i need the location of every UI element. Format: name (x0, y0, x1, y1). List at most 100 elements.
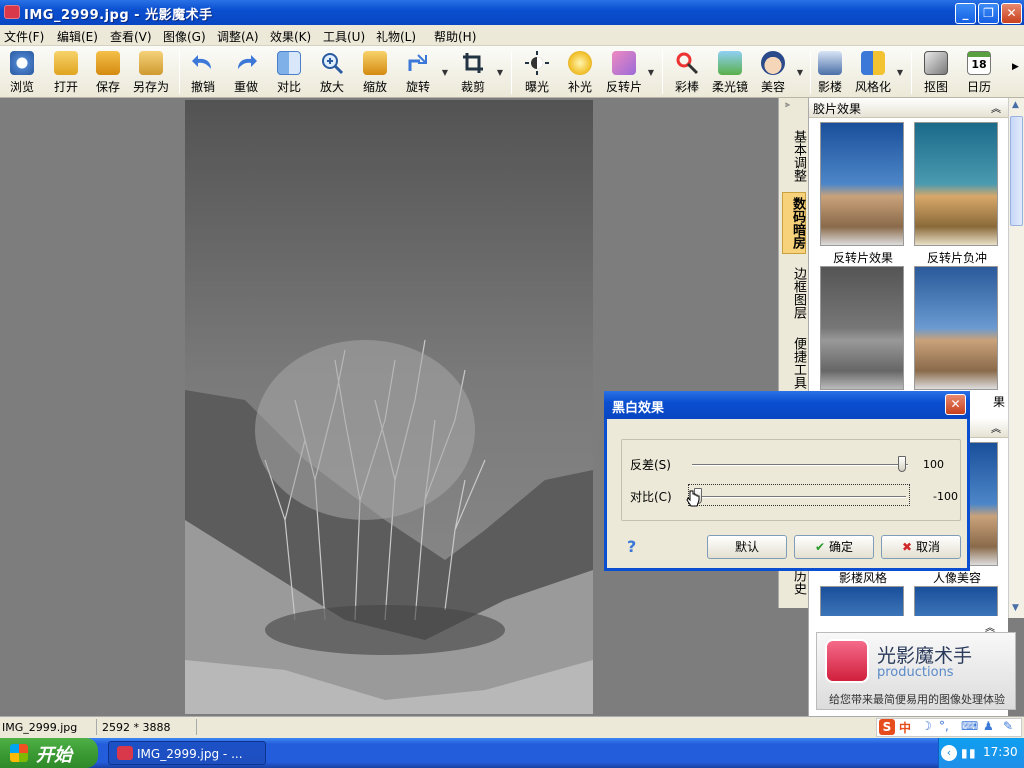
thumb-effect-4[interactable]: 果 (914, 266, 1005, 409)
collapse-panel-icon[interactable]: ⫸ (785, 100, 790, 110)
brand-logo-icon (825, 639, 869, 683)
chevron-down-icon[interactable]: ▼ (648, 68, 654, 77)
toolbar-overflow-icon[interactable]: ▶ (1012, 62, 1019, 72)
minimize-button[interactable]: _ (955, 3, 976, 24)
folder-open-icon (54, 51, 78, 75)
tone-value: -100 (933, 490, 958, 503)
chevron-down-icon[interactable]: ▼ (797, 68, 803, 77)
app-icon (117, 746, 133, 760)
contrast-slider-track[interactable] (692, 464, 908, 466)
thumb-partial[interactable] (914, 586, 998, 616)
redo-icon (238, 55, 257, 69)
menu-adjust[interactable]: 调整(A) (217, 28, 259, 45)
browse-icon (10, 51, 34, 75)
chevron-up-icon[interactable]: ︽ (991, 100, 1001, 115)
rotate-icon (408, 54, 427, 71)
wrench-icon[interactable]: ✎ (1003, 719, 1013, 733)
menu-effects[interactable]: 效果(K) (270, 28, 311, 45)
tab-digital-darkroom[interactable]: 数码暗房 (782, 192, 806, 254)
compare-icon (277, 51, 301, 75)
calendar-icon: 18 (967, 51, 991, 75)
user-icon[interactable]: ♟ (983, 719, 994, 733)
scroll-up-icon[interactable]: ▲ (1012, 100, 1019, 110)
cancel-button[interactable]: ✖ 取消 (881, 535, 961, 559)
keyboard-icon[interactable]: ⌨ (961, 719, 978, 733)
reversal-film-icon (612, 51, 636, 75)
chevron-up-icon[interactable]: ︽ (991, 420, 1001, 435)
ime-mode[interactable]: 中 (899, 719, 911, 736)
clock[interactable]: 17:30 (983, 745, 1018, 759)
save-as-button[interactable]: 另存为 (129, 48, 173, 96)
resize-icon (363, 51, 387, 75)
ime-toolbar[interactable]: S 中 ☽ °, ⌨ ♟ ✎ (876, 718, 1022, 737)
save-icon (96, 51, 120, 75)
start-button[interactable]: 开始 (0, 738, 98, 768)
beauty-icon (761, 51, 785, 75)
ok-button[interactable]: ✔ 确定 (794, 535, 874, 559)
scroll-thumb[interactable] (1010, 116, 1023, 226)
menu-image[interactable]: 图像(G) (163, 28, 206, 45)
network-icon[interactable]: ▮ (961, 746, 968, 760)
menu-gifts[interactable]: 礼物(L) (376, 28, 416, 45)
status-divider (196, 719, 197, 735)
panel-section-header[interactable]: 胶片效果 ︽ (809, 98, 1009, 118)
chevron-down-icon[interactable]: ▼ (442, 68, 448, 77)
taskbar-item[interactable]: IMG_2999.jpg - ... (108, 741, 266, 765)
menu-view[interactable]: 查看(V) (110, 28, 152, 45)
volume-icon[interactable]: ▮ (969, 746, 976, 760)
reversal-film-button[interactable]: 反转片 ▼ (602, 48, 654, 96)
close-button[interactable]: ✕ (1001, 3, 1022, 24)
menu-help[interactable]: 帮助(H) (434, 28, 476, 45)
tab-basic-adjust[interactable]: 基本调整 (782, 126, 806, 186)
system-tray: ‹ ▮ ▮ 17:30 (938, 738, 1024, 768)
hand-cursor-icon (686, 490, 700, 507)
chevron-down-icon[interactable]: ▼ (497, 68, 503, 77)
fill-light-icon (568, 51, 592, 75)
thumb-reversal-effect[interactable]: 反转片效果 (820, 122, 904, 265)
slider-group: 反差(S) 100 对比(C) -100 (621, 439, 961, 521)
app-icon (4, 5, 20, 19)
stylize-icon (861, 51, 885, 75)
menu-file[interactable]: 文件(F) (4, 28, 44, 45)
thumb-partial[interactable] (820, 586, 904, 616)
beauty-button[interactable]: 美容 ▼ (751, 48, 803, 96)
default-button[interactable]: 默认 (707, 535, 787, 559)
color-wand-icon (676, 52, 699, 75)
menu-edit[interactable]: 编辑(E) (57, 28, 98, 45)
menu-tools[interactable]: 工具(U) (323, 28, 365, 45)
zoom-in-icon (322, 53, 344, 75)
thumb-bw[interactable] (820, 266, 904, 390)
crop-icon (463, 53, 483, 73)
tone-slider-focus[interactable] (688, 484, 910, 506)
status-dimensions: 2592 * 3888 (102, 721, 171, 734)
start-label: 开始 (36, 745, 72, 766)
dialog-title: 黑白效果 (612, 401, 665, 416)
exposure-icon (525, 51, 549, 75)
scroll-down-icon[interactable]: ▼ (1012, 603, 1019, 613)
calendar-button[interactable]: 18 日历 (957, 48, 1001, 96)
cutout-icon (924, 51, 948, 75)
window-title: IMG_2999.jpg - 光影魔术手 (24, 8, 213, 23)
status-divider (96, 719, 97, 735)
restore-button[interactable]: ❐ (978, 3, 999, 24)
thumb-reversal-cross[interactable]: 反转片负冲 (914, 122, 998, 265)
rotate-button[interactable]: 旋转 ▼ (396, 48, 448, 96)
tab-quick-tools[interactable]: 便捷工具 (782, 332, 806, 394)
stylize-button[interactable]: 风格化 ▼ (851, 48, 903, 96)
panel-scrollbar[interactable]: ▲ ▼ (1008, 98, 1024, 618)
tab-border-layers[interactable]: 边框图层 (782, 262, 806, 324)
crop-button[interactable]: 裁剪 ▼ (451, 48, 503, 96)
check-icon: ✔ (815, 540, 826, 554)
chevron-down-icon[interactable]: ▼ (897, 68, 903, 77)
promo-brand: 光影魔术手 (877, 645, 973, 667)
taskbar: 开始 IMG_2999.jpg - ... ‹ ▮ ▮ 17:30 (0, 738, 1024, 768)
undo-icon (192, 55, 211, 69)
tray-expand-icon[interactable]: ‹ (941, 745, 957, 761)
dialog-title-bar[interactable]: 黑白效果 (604, 391, 970, 419)
help-icon[interactable]: ? (627, 537, 636, 556)
tone-slider-track[interactable] (692, 496, 906, 498)
moon-icon[interactable]: ☽ (921, 719, 932, 733)
punctuation-icon[interactable]: °, (939, 719, 949, 733)
promo-banner[interactable]: 光影魔术手 productions 给您带来最简便易用的图像处理体验 (816, 632, 1016, 710)
dialog-close-button[interactable]: ✕ (945, 394, 966, 415)
